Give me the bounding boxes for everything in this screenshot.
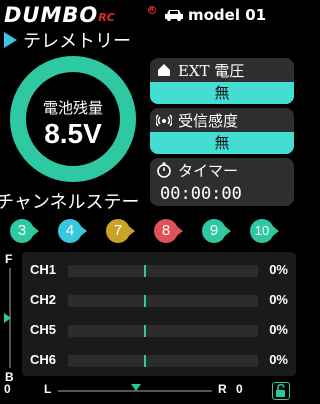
signal-icon bbox=[156, 114, 172, 127]
registered-mark: R bbox=[148, 6, 156, 14]
logo-rc-text: RC bbox=[98, 11, 115, 24]
channel-name: CH2 bbox=[30, 292, 57, 307]
badge-pointer-icon bbox=[270, 224, 279, 238]
channel-name: CH1 bbox=[30, 262, 57, 277]
header-bar: DUMBORC R model 01 bbox=[0, 0, 300, 30]
telemetry-title: テレメトリー bbox=[4, 28, 131, 52]
channel-bar bbox=[68, 325, 258, 337]
badge-pointer-icon bbox=[174, 224, 183, 238]
stopwatch-icon bbox=[157, 162, 171, 178]
channel-percent: 0% bbox=[269, 352, 288, 367]
vertical-trim-indicator-icon bbox=[4, 313, 11, 323]
channel-row: CH2 0% bbox=[22, 288, 296, 312]
unlock-icon bbox=[276, 383, 285, 397]
channel-row: CH5 0% bbox=[22, 318, 296, 342]
badge-pointer-icon bbox=[78, 224, 87, 238]
horizontal-trim-value: 0 bbox=[236, 382, 243, 396]
channel-percent: 0% bbox=[269, 262, 288, 277]
horizontal-trim-left-label: L bbox=[44, 382, 52, 396]
channel-bar-center-mark bbox=[144, 265, 146, 277]
timer-card[interactable]: タイマー 00:00:00 bbox=[150, 158, 294, 206]
play-arrow-icon bbox=[4, 32, 17, 48]
signal-value: 無 bbox=[150, 132, 294, 154]
channel-badges: 3 4 7 8 9 10 bbox=[10, 219, 294, 245]
channel-name: CH6 bbox=[30, 352, 57, 367]
horizontal-trim-indicator-icon bbox=[131, 384, 141, 391]
channel-name: CH5 bbox=[30, 322, 57, 337]
signal-card: 受信感度 無 bbox=[150, 108, 294, 154]
channel-bar-center-mark bbox=[144, 295, 146, 307]
car-icon bbox=[165, 10, 183, 21]
channel-bar bbox=[68, 355, 258, 367]
channel-bar-center-mark bbox=[144, 355, 146, 367]
channel-percent: 0% bbox=[269, 322, 288, 337]
channel-status-title: チャンネルステー bbox=[0, 192, 140, 213]
channel-row: CH1 0% bbox=[22, 258, 296, 282]
timer-label: タイマー bbox=[178, 161, 239, 180]
signal-label: 受信感度 bbox=[178, 111, 239, 130]
channel-bar bbox=[68, 265, 258, 277]
ext-voltage-value: 無 bbox=[150, 82, 294, 104]
channel-row: CH6 0% bbox=[22, 348, 296, 372]
logo-main-text: DUMBO bbox=[4, 3, 99, 27]
badge-pointer-icon bbox=[126, 224, 135, 238]
ext-voltage-card: EXT 電圧 無 bbox=[150, 58, 294, 104]
telemetry-title-text: テレメトリー bbox=[23, 31, 131, 52]
brand-logo: DUMBORC R bbox=[4, 3, 156, 27]
badge-pointer-icon bbox=[30, 224, 39, 238]
vertical-trim-top-label: F bbox=[5, 252, 13, 266]
channel-percent: 0% bbox=[269, 292, 288, 307]
model-name[interactable]: model 01 bbox=[188, 6, 266, 24]
channel-bar bbox=[68, 295, 258, 307]
ext-voltage-label: EXT 電圧 bbox=[178, 61, 245, 80]
horizontal-trim-right-label: R bbox=[218, 382, 227, 396]
vertical-trim-value: 0 bbox=[4, 382, 11, 396]
lock-button[interactable] bbox=[272, 382, 290, 400]
badge-pointer-icon bbox=[222, 224, 231, 238]
timer-value: 00:00:00 bbox=[150, 182, 294, 206]
battery-label: 電池残量 bbox=[42, 99, 103, 117]
battery-value: 8.5V bbox=[44, 118, 102, 149]
channel-bar-center-mark bbox=[144, 325, 146, 337]
home-icon bbox=[158, 64, 170, 76]
channel-monitor-panel: CH1 0% CH2 0% CH5 0% CH6 0% bbox=[22, 252, 296, 376]
